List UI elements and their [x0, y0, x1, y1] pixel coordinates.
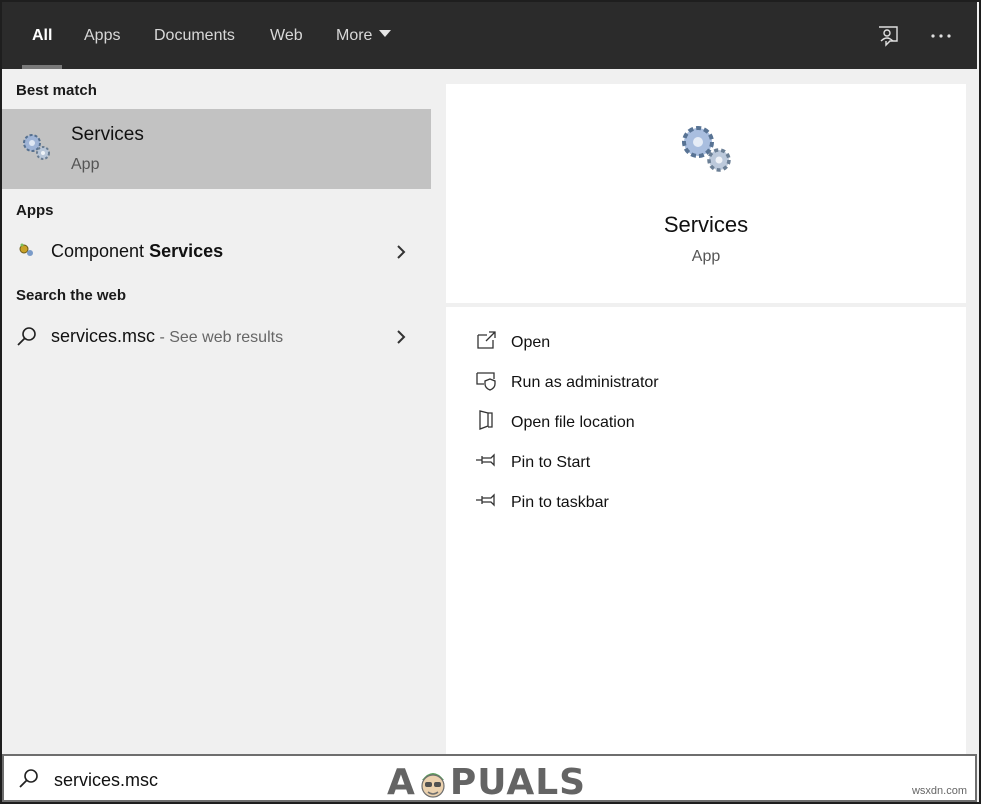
tab-all[interactable]: All [21, 2, 64, 69]
best-match-item[interactable]: Services App [2, 109, 431, 189]
app-result-match: Services [149, 241, 224, 261]
source-credit: wsxdn.com [911, 785, 967, 797]
section-search-web: Search the web [16, 287, 127, 304]
chevron-right-icon[interactable] [394, 328, 408, 346]
gears-icon [682, 126, 731, 172]
action-open-label: Open [511, 334, 551, 351]
action-pin-to-taskbar-label: Pin to taskbar [511, 494, 609, 511]
search-icon [19, 769, 38, 788]
action-pin-to-start[interactable]: Pin to Start [470, 445, 930, 479]
component-services-icon [19, 243, 33, 256]
action-run-as-admin[interactable]: Run as administrator [470, 365, 930, 399]
tab-more[interactable]: More [336, 2, 392, 69]
best-match-title: Services [71, 124, 144, 145]
web-result-item[interactable]: services.msc - See web results [2, 315, 431, 359]
search-icon [17, 327, 36, 346]
detail-card: Services App [446, 84, 966, 303]
feedback-icon[interactable] [876, 24, 900, 48]
action-pin-to-taskbar[interactable]: Pin to taskbar [470, 485, 930, 519]
web-result-query: services.msc [51, 326, 156, 346]
best-match-type: App [71, 156, 100, 173]
results-pane: Best match Services App Apps Component S… [2, 69, 431, 754]
search-input[interactable] [52, 766, 376, 794]
web-result-suffix: - See web results [155, 329, 284, 346]
pin-icon [476, 453, 495, 467]
file-location-icon [479, 410, 493, 430]
filter-tab-bar: All Apps Documents Web More [2, 2, 977, 69]
open-icon [477, 331, 496, 349]
shield-icon [476, 372, 496, 391]
action-open-file-location[interactable]: Open file location [470, 405, 930, 439]
app-result-prefix: Component [51, 241, 150, 261]
action-pin-to-start-label: Pin to Start [511, 454, 591, 471]
mascot-icon [421, 773, 445, 798]
chevron-right-icon[interactable] [394, 243, 408, 261]
tab-more-label: More [336, 27, 373, 44]
action-open[interactable]: Open [470, 325, 930, 359]
more-options-icon[interactable] [929, 24, 953, 48]
section-apps: Apps [16, 202, 54, 219]
pin-icon [476, 493, 495, 507]
appuals-watermark-logo: A PUALS [387, 762, 586, 803]
gears-icon [23, 134, 50, 160]
tab-apps[interactable]: Apps [84, 2, 120, 69]
app-result-component-services[interactable]: Component Services [2, 230, 431, 274]
watermark-letters: PUALS [449, 762, 587, 803]
action-open-file-location-label: Open file location [511, 414, 635, 431]
web-result-label: services.msc - See web results [51, 326, 283, 347]
detail-actions: Open Run as administrator Open file loca… [446, 307, 966, 754]
action-run-as-admin-label: Run as administrator [511, 374, 659, 391]
tab-web[interactable]: Web [270, 2, 303, 69]
search-box[interactable]: A PUALS wsxdn.com [2, 754, 977, 803]
tab-documents[interactable]: Documents [154, 2, 235, 69]
detail-title: Services [663, 212, 749, 237]
section-best-match: Best match [16, 82, 97, 99]
watermark-letter-a: A [387, 762, 416, 803]
detail-type: App [691, 248, 721, 265]
app-result-label: Component Services [51, 241, 223, 262]
chevron-down-icon [379, 30, 392, 38]
